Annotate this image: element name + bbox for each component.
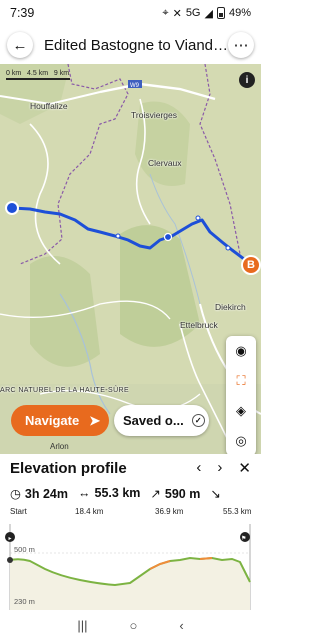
check-circle-icon: ✓ bbox=[191, 414, 205, 427]
place-troisvierges: Troisvierges bbox=[131, 110, 177, 120]
distance-icon: ↔ bbox=[78, 486, 91, 500]
map-view[interactable]: W9 0 km 4.5 km 9 km i Houffalize Troisvi… bbox=[0, 64, 261, 454]
navigate-label: Navigate bbox=[25, 413, 80, 428]
elevation-controls: ‹ › ✕ bbox=[196, 459, 251, 477]
duration-value: 3h 24m bbox=[24, 486, 69, 501]
battery-label: 49% bbox=[228, 7, 251, 19]
title-bar: ← Edited Bastogne to Viand… ⋯ bbox=[0, 26, 261, 64]
info-icon[interactable]: i bbox=[239, 72, 255, 88]
x-label-start: Start bbox=[10, 507, 27, 516]
place-houffalize: Houffalize bbox=[30, 101, 68, 111]
mute-icon: ✕ bbox=[172, 7, 182, 20]
ascent-icon: ↗ bbox=[150, 486, 161, 501]
x-axis-labels: Start 18.4 km 36.9 km 55.3 km bbox=[0, 504, 261, 520]
svg-text:⚑: ⚑ bbox=[241, 535, 246, 542]
more-dots-icon: ⋯ bbox=[233, 37, 249, 54]
y-label-230: 230 m bbox=[14, 597, 35, 606]
more-button[interactable]: ⋯ bbox=[228, 32, 254, 58]
frame-select-icon[interactable]: ⛶ bbox=[226, 366, 256, 396]
place-ettelbruck: Ettelbruck bbox=[180, 320, 218, 330]
close-icon[interactable]: ✕ bbox=[238, 459, 251, 477]
x-label-2: 36.9 km bbox=[155, 507, 184, 516]
scale-label-1: 4.5 km bbox=[27, 70, 49, 77]
layers-icon[interactable]: ◈ bbox=[226, 396, 256, 426]
descent-icon: ↘ bbox=[210, 486, 221, 501]
place-haute-sure: ARC NATUREL DE LA HAUTE-SÛRE bbox=[0, 387, 130, 394]
system-nav-bar: ||| ○ ‹ bbox=[0, 610, 261, 640]
status-bar: 7:39 ⌖ ✕ 5G ◢ 49% bbox=[0, 0, 261, 26]
place-diekirch: Diekirch bbox=[215, 302, 246, 312]
signal-icon: ◢ bbox=[204, 7, 213, 20]
scale-bar bbox=[6, 78, 70, 80]
navigate-button[interactable]: Navigate ➤ bbox=[11, 405, 109, 436]
locate-icon[interactable]: ◎ bbox=[226, 426, 256, 454]
elevation-header: Elevation profile ‹ › ✕ bbox=[0, 454, 261, 482]
x-label-end: 55.3 km bbox=[223, 507, 252, 516]
place-arlon: Arlon bbox=[50, 442, 69, 451]
map-scale: 0 km 4.5 km 9 km bbox=[6, 70, 70, 80]
route-title: Edited Bastogne to Viand… bbox=[44, 36, 228, 54]
road-label-w9: W9 bbox=[130, 83, 140, 89]
network-label: 5G bbox=[185, 7, 201, 19]
destination-marker[interactable]: B bbox=[241, 255, 261, 275]
x-label-1: 18.4 km bbox=[75, 507, 104, 516]
scale-label-2: 9 km bbox=[53, 70, 70, 77]
location-icon: ⌖ bbox=[162, 6, 169, 19]
y-label-500: 500 m bbox=[14, 545, 35, 554]
elevation-panel: Elevation profile ‹ › ✕ ◷ 3h 24m ↔ 55.3 km… bbox=[0, 454, 261, 610]
map-canvas: W9 bbox=[0, 64, 261, 454]
svg-text:▸: ▸ bbox=[9, 536, 12, 542]
distance-value: 55.3 km bbox=[94, 486, 141, 500]
scale-label-0: 0 km bbox=[6, 70, 22, 77]
recent-apps-icon[interactable]: ||| bbox=[77, 618, 87, 633]
app-screen: 7:39 ⌖ ✕ 5G ◢ 49% ← Edited Bastogne to V… bbox=[0, 0, 261, 640]
status-time: 7:39 bbox=[10, 6, 35, 20]
chevron-right-icon[interactable]: › bbox=[217, 459, 222, 477]
chevron-left-icon[interactable]: ‹ bbox=[196, 459, 201, 477]
place-clervaux: Clervaux bbox=[148, 158, 182, 168]
status-icons: ⌖ ✕ 5G ◢ 49% bbox=[162, 7, 251, 20]
eye-icon[interactable]: ◉ bbox=[226, 336, 256, 366]
battery-icon bbox=[216, 7, 225, 19]
back-nav-icon[interactable]: ‹ bbox=[179, 618, 183, 633]
back-button[interactable]: ← bbox=[7, 32, 33, 58]
arrow-left-icon: ← bbox=[12, 36, 28, 54]
saved-offline-button[interactable]: Saved o... ✓ bbox=[114, 405, 209, 436]
route-stats: ◷ 3h 24m ↔ 55.3 km ↗ 590 m ↘ bbox=[0, 482, 261, 504]
home-icon[interactable]: ○ bbox=[129, 618, 137, 633]
elevation-title: Elevation profile bbox=[10, 459, 127, 477]
saved-label: Saved o... bbox=[123, 413, 184, 428]
send-arrow-icon: ➤ bbox=[89, 412, 101, 428]
clock-icon: ◷ bbox=[10, 486, 21, 501]
ascent-value: 590 m bbox=[164, 486, 201, 501]
elevation-chart[interactable]: ▸ ⚑ 500 m 230 m bbox=[0, 524, 261, 610]
map-tools: ◉ ⛶ ◈ ◎ bbox=[226, 336, 256, 454]
